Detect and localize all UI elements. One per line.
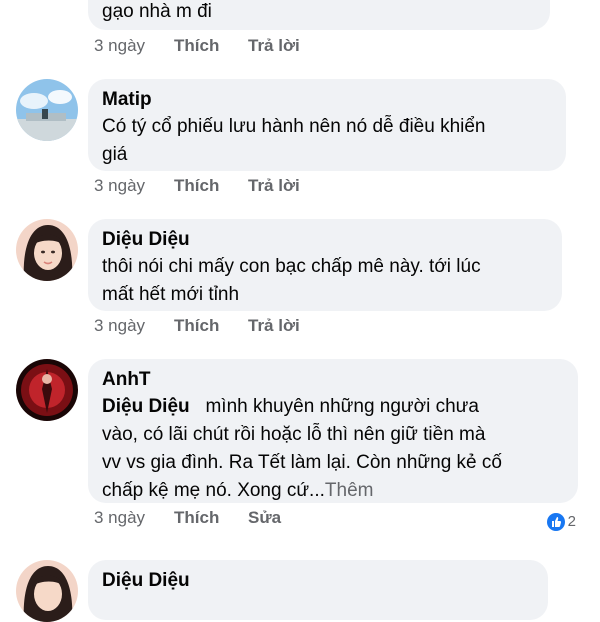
avatar[interactable] — [16, 560, 78, 622]
comment-author[interactable]: Diệu Diệu — [102, 568, 534, 594]
like-button[interactable]: Thích — [174, 506, 248, 530]
reaction-count: 2 — [567, 513, 576, 530]
comment-time[interactable]: 3 ngày — [94, 506, 174, 530]
like-button[interactable]: Thích — [174, 34, 248, 58]
comment-actions: 3 ngày Thích Sửa — [94, 506, 281, 530]
comment-text-line: mất hết mới tỉnh — [102, 284, 240, 305]
comment-text: chấp kệ mẹ nó. Xong cứ... — [102, 480, 325, 501]
comment-bubble: Matip Có tý cổ phiếu lưu hành nên nó dễ … — [88, 79, 566, 171]
comment-text-line: Có tý cổ phiếu lưu hành nên nó dễ điều k… — [102, 116, 486, 137]
like-button[interactable]: Thích — [174, 314, 248, 338]
comment-bubble: gạo nhà m đi — [88, 0, 550, 30]
comment-text-line: chấp kệ mẹ nó. Xong cứ...Thêm — [102, 477, 564, 505]
comment-actions: 3 ngày Thích Trả lời — [94, 174, 300, 198]
reaction-summary[interactable]: 2 — [546, 511, 576, 533]
comment-time[interactable]: 3 ngày — [94, 174, 174, 198]
comment-author[interactable]: Matip — [102, 87, 552, 113]
comment-author[interactable]: Diệu Diệu — [102, 227, 548, 253]
comment-text-line: giá — [102, 144, 128, 165]
comment-time[interactable]: 3 ngày — [94, 314, 174, 338]
comment-text-line: thôi nói chi mấy con bạc chấp mê này. tớ… — [102, 256, 481, 277]
mention-link[interactable]: Diệu Diệu — [102, 396, 190, 417]
edit-button[interactable]: Sửa — [248, 506, 281, 530]
avatar[interactable] — [16, 219, 78, 281]
reply-button[interactable]: Trả lời — [248, 314, 300, 338]
thumbs-up-icon — [546, 513, 565, 532]
comment-text-line: Diệu Diệu mình khuyên những người chưa — [102, 393, 564, 421]
comment-text: gạo nhà m đi — [102, 1, 212, 22]
comment-bubble: AnhT Diệu Diệu mình khuyên những người c… — [88, 359, 578, 503]
avatar[interactable] — [16, 79, 78, 141]
avatar[interactable] — [16, 359, 78, 421]
comment-time[interactable]: 3 ngày — [94, 34, 174, 58]
comment-text-line: vào, có lãi chút rồi hoặc lỗ thì nên giữ… — [102, 424, 486, 445]
see-more-link[interactable]: Thêm — [325, 480, 374, 501]
like-button[interactable]: Thích — [174, 174, 248, 198]
reply-button[interactable]: Trả lời — [248, 34, 300, 58]
reply-button[interactable]: Trả lời — [248, 174, 300, 198]
comment-bubble: Diệu Diệu thôi nói chi mấy con bạc chấp … — [88, 219, 562, 311]
comment-text: mình khuyên những người chưa — [205, 396, 479, 417]
comment-author[interactable]: AnhT — [102, 367, 564, 393]
comment-text-line: vv vs gia đình. Ra Tết làm lại. Còn nhữn… — [102, 452, 502, 473]
comment-bubble: Diệu Diệu — [88, 560, 548, 620]
comment-actions: 3 ngày Thích Trả lời — [94, 34, 300, 58]
comment-actions: 3 ngày Thích Trả lời — [94, 314, 300, 338]
